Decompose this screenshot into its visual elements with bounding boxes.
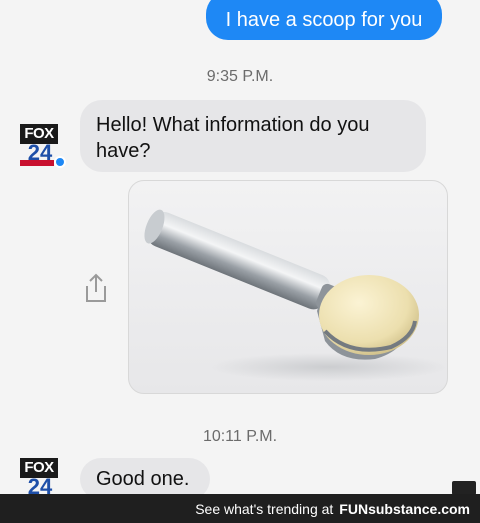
- watermark-logo-icon: [452, 481, 476, 495]
- timestamp: 10:11 P.M.: [202, 428, 278, 445]
- share-icon[interactable]: [82, 272, 110, 304]
- footer-brand-link[interactable]: FUNsubstance.com: [339, 501, 470, 517]
- outgoing-message-bubble[interactable]: I have a scoop for you: [206, 0, 442, 40]
- incoming-message-bubble[interactable]: Hello! What information do you have?: [80, 100, 426, 172]
- messenger-badge-icon: [54, 156, 66, 168]
- timestamp: 9:35 P.M.: [206, 68, 274, 85]
- ice-cream-scoop-image[interactable]: [128, 180, 448, 394]
- footer-text: See what's trending at: [195, 500, 334, 517]
- outgoing-message-text: I have a scoop for you: [225, 8, 423, 31]
- incoming-message-text: Good one.: [96, 468, 190, 490]
- incoming-message-text: Hello! What information do you have?: [96, 114, 370, 162]
- avatar-strip: [20, 160, 54, 166]
- avatar[interactable]: FOX 24: [18, 124, 66, 168]
- footer-banner[interactable]: See what's trending at FUNsubstance.com: [0, 494, 480, 523]
